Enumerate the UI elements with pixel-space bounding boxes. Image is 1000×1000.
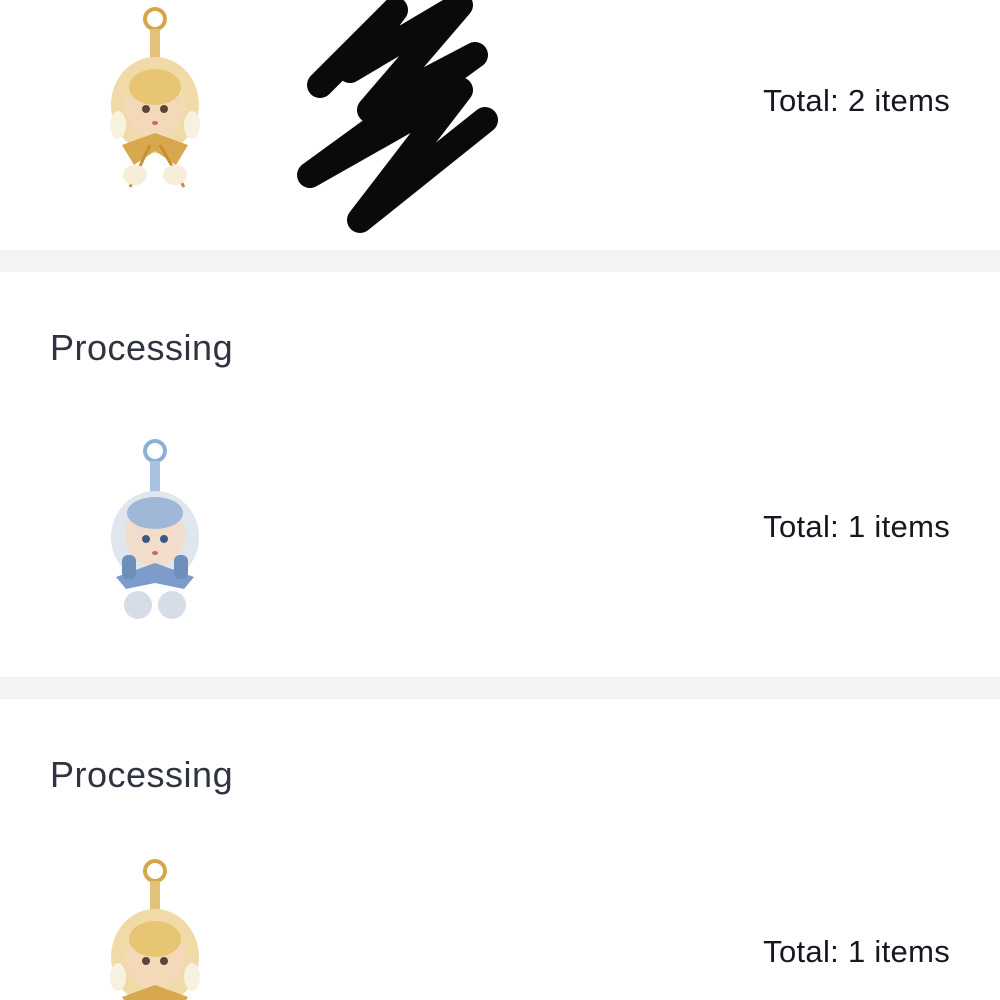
product-thumbnail[interactable]: [100, 437, 210, 627]
order-list: Total: 2 items Processing Total: 1 items…: [0, 0, 1000, 1000]
order-card[interactable]: Processing Total: 1 items: [0, 699, 1000, 1000]
order-card[interactable]: Total: 2 items: [0, 0, 1000, 250]
order-total: Total: 1 items: [763, 509, 950, 544]
product-thumbnail[interactable]: [100, 5, 210, 195]
order-total: Total: 2 items: [763, 83, 950, 118]
order-total: Total: 1 items: [763, 934, 950, 969]
order-status: Processing: [50, 754, 234, 795]
section-divider: [0, 677, 1000, 699]
order-status: Processing: [50, 327, 234, 368]
section-divider: [0, 250, 1000, 272]
redaction-scribble: [297, 0, 498, 233]
product-thumbnail[interactable]: [100, 857, 210, 1000]
order-card[interactable]: Processing Total: 1 items: [0, 272, 1000, 677]
